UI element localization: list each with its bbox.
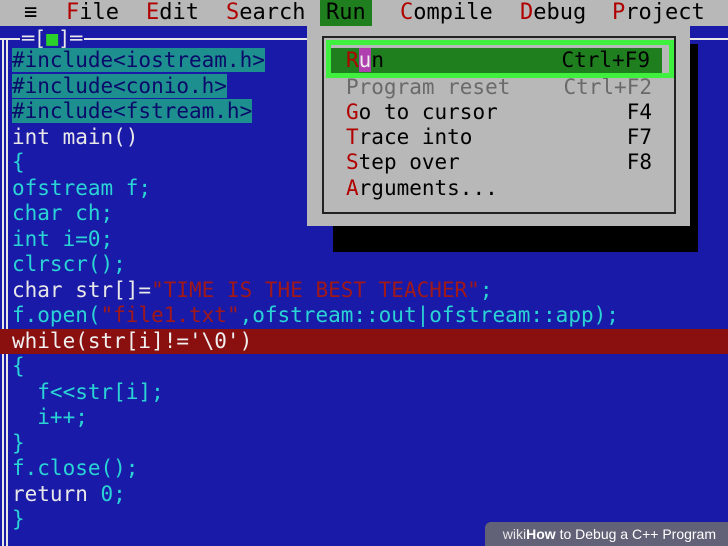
code-text: } bbox=[12, 430, 25, 455]
menu-label: ebug bbox=[533, 0, 587, 25]
menu-search[interactable]: Search bbox=[226, 0, 305, 26]
code-text: char str[]= bbox=[12, 277, 152, 302]
dropdown-shadow-right bbox=[690, 44, 698, 252]
number-literal: 0 bbox=[100, 481, 114, 506]
menu-hotkey: C bbox=[400, 0, 414, 25]
menu-run[interactable]: Run bbox=[320, 0, 372, 26]
watermark-title: How bbox=[526, 526, 556, 542]
menu-hotkey: P bbox=[612, 0, 626, 25]
window-close-control[interactable]: ═[■]═ bbox=[20, 26, 85, 50]
code-text: int main() bbox=[12, 124, 139, 149]
code-text: ofstream f; bbox=[12, 175, 152, 200]
menu-debug[interactable]: Debug bbox=[520, 0, 586, 26]
code-line: return 0; bbox=[12, 482, 728, 508]
code-text: #include<conio.h> bbox=[12, 73, 227, 98]
bracket-right: ]═ bbox=[58, 26, 83, 50]
menu-shortcut: F8 bbox=[626, 150, 652, 174]
code-text: f.close(); bbox=[12, 456, 139, 480]
window-frame-left bbox=[2, 38, 4, 546]
code-text: i++; bbox=[12, 405, 88, 429]
bracket-left: ═[ bbox=[22, 26, 47, 50]
code-text: ; bbox=[479, 277, 493, 302]
menu-file[interactable]: File bbox=[66, 0, 119, 26]
code-line: char str[]="TIME IS THE BEST TEACHER"; bbox=[12, 278, 728, 304]
menu-project[interactable]: Project bbox=[612, 0, 705, 26]
menu-label: roject bbox=[625, 0, 705, 25]
menu-shortcut: F7 bbox=[626, 125, 652, 149]
run-menu-item-arguments[interactable]: Arguments... bbox=[346, 176, 664, 201]
code-text: char ch; bbox=[12, 201, 114, 225]
run-menu-item-step-over[interactable]: Step over F8 bbox=[346, 150, 664, 175]
menu-label: earch bbox=[239, 0, 306, 25]
menu-hotkey: E bbox=[146, 0, 160, 25]
watermark: wikiHow to Debug a C++ Program bbox=[484, 522, 728, 546]
menu-label: un bbox=[339, 0, 366, 25]
run-menu-item-program-reset[interactable]: Program reset Ctrl+F2 bbox=[346, 75, 664, 100]
code-text: ; bbox=[113, 481, 126, 506]
menu-shortcut: F4 bbox=[626, 100, 652, 124]
system-menu-icon[interactable]: ≡ bbox=[24, 0, 37, 26]
run-menu-item-trace-into[interactable]: Trace into F7 bbox=[346, 125, 664, 150]
code-line: clrscr(); bbox=[12, 252, 728, 278]
code-text: ,ofstream::out|ofstream::app); bbox=[239, 303, 619, 327]
watermark-text: to Debug a C++ Program bbox=[555, 526, 716, 542]
menu-hotkey: G bbox=[346, 100, 359, 124]
menu-label: o to cursor bbox=[358, 100, 498, 124]
code-text: clrscr(); bbox=[12, 252, 126, 276]
code-text: { bbox=[12, 150, 25, 174]
menu-hotkey: S bbox=[226, 0, 240, 25]
code-text: return bbox=[12, 481, 101, 506]
code-text: #include<fstream.h> bbox=[12, 99, 253, 123]
menu-hotkey: F bbox=[66, 0, 80, 25]
menu-compile[interactable]: Compile bbox=[400, 0, 493, 26]
menu-label: dit bbox=[159, 0, 199, 25]
code-text: f.open( bbox=[12, 303, 101, 327]
code-line: } bbox=[12, 431, 728, 457]
code-text: } bbox=[12, 507, 25, 531]
code-text: #include<iostream.h> bbox=[12, 48, 265, 72]
menu-edit[interactable]: Edit bbox=[146, 0, 199, 26]
code-text: while(str[i]!='\0') bbox=[12, 328, 253, 353]
code-line: f.close(); bbox=[12, 456, 728, 482]
current-line-highlight: while(str[i]!='\0') bbox=[0, 328, 728, 354]
run-highlight-box bbox=[326, 40, 674, 78]
window-frame-left-inner bbox=[6, 38, 8, 546]
menu-label: tep over bbox=[358, 150, 460, 174]
close-box-icon[interactable]: ■ bbox=[46, 26, 58, 50]
run-menu-item-go-to-cursor[interactable]: Go to cursor F4 bbox=[346, 100, 664, 125]
menu-label: ompile bbox=[413, 0, 493, 25]
menu-bar: ≡ File Edit Search Run Compile Debug Pro… bbox=[0, 0, 728, 26]
menu-hotkey: A bbox=[346, 176, 359, 200]
menu-hotkey: D bbox=[520, 0, 534, 25]
code-text: int i=0; bbox=[12, 226, 114, 251]
code-line: f<<str[i]; bbox=[12, 380, 728, 406]
menu-label: Program reset bbox=[346, 75, 511, 99]
menu-hotkey: R bbox=[326, 0, 340, 25]
menu-hotkey: S bbox=[346, 150, 359, 174]
menu-label: race into bbox=[358, 125, 473, 149]
menu-label: ile bbox=[79, 0, 119, 25]
menu-shortcut: Ctrl+F2 bbox=[563, 75, 652, 99]
code-line: { bbox=[12, 354, 728, 380]
string-literal: "TIME IS THE BEST TEACHER" bbox=[151, 277, 480, 302]
menu-label: rguments... bbox=[358, 176, 498, 200]
watermark-brand: wiki bbox=[502, 526, 527, 542]
code-line: f.open("file1.txt",ofstream::out|ofstrea… bbox=[12, 303, 728, 329]
dropdown-shadow bbox=[333, 226, 696, 252]
code-line: i++; bbox=[12, 405, 728, 431]
string-literal: "file1.txt" bbox=[100, 303, 240, 327]
menu-hotkey: T bbox=[346, 125, 359, 149]
code-text: { bbox=[12, 354, 25, 378]
code-text: f<<str[i]; bbox=[12, 379, 164, 404]
